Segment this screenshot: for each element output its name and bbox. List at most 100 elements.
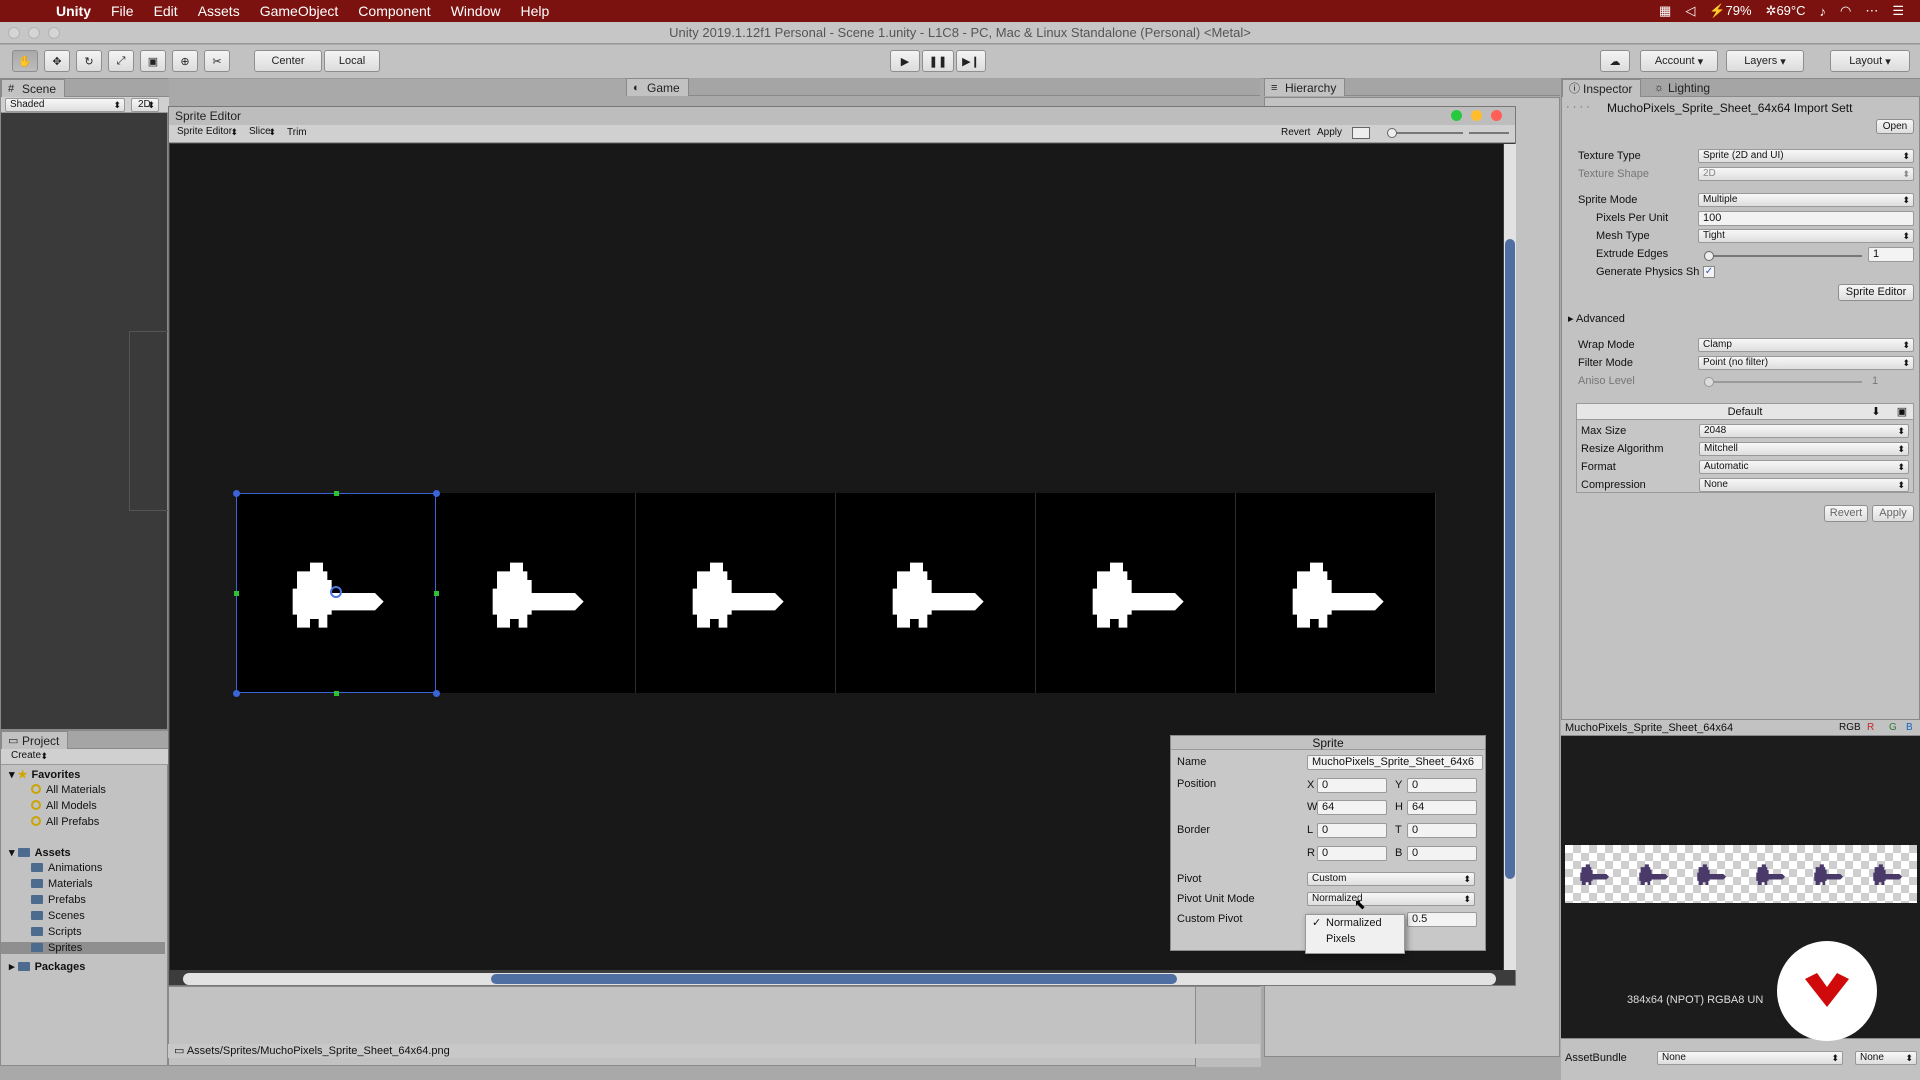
- rect-edge-handle[interactable]: [434, 591, 439, 596]
- rect-corner-handle[interactable]: [233, 690, 240, 697]
- generate-physics-checkbox[interactable]: ✓: [1703, 266, 1715, 278]
- folder-sprites[interactable]: Sprites: [1, 942, 165, 954]
- assetbundle-dropdown[interactable]: None: [1657, 1051, 1843, 1065]
- battery-icon[interactable]: ⚡79%: [1709, 3, 1751, 19]
- sprite-frame[interactable]: [836, 493, 1036, 693]
- tab-project[interactable]: ▭ Project: [1, 731, 69, 749]
- account-dropdown[interactable]: Account ▾: [1640, 50, 1718, 72]
- hand-tool-button[interactable]: ✋: [12, 50, 38, 72]
- temperature-icon[interactable]: ✲69°C: [1766, 3, 1806, 19]
- default-platform-tab[interactable]: Default: [1577, 404, 1913, 420]
- sprite-frame[interactable]: [636, 493, 836, 693]
- width-field[interactable]: 64: [1317, 800, 1387, 815]
- scale-tool-button[interactable]: ⤢: [108, 50, 134, 72]
- menu-file[interactable]: File: [101, 3, 144, 19]
- pivot-unit-mode-dropdown[interactable]: Normalized: [1307, 892, 1475, 906]
- close-window-button[interactable]: [8, 27, 20, 39]
- slider-handle[interactable]: [1704, 251, 1714, 261]
- folder-scripts[interactable]: Scripts: [31, 926, 82, 938]
- folder-animations[interactable]: Animations: [31, 862, 102, 874]
- collab-cloud-button[interactable]: ☁: [1600, 50, 1630, 72]
- layers-dropdown[interactable]: Layers ▾: [1726, 50, 1804, 72]
- menu-assets[interactable]: Assets: [188, 3, 250, 19]
- rect-edge-handle[interactable]: [334, 691, 339, 696]
- menu-component[interactable]: Component: [348, 3, 440, 19]
- rect-edge-handle[interactable]: [234, 591, 239, 596]
- sprite-mode-dropdown[interactable]: Multiple: [1698, 193, 1914, 207]
- tab-hierarchy[interactable]: ≡ Hierarchy: [1264, 78, 1346, 96]
- format-dropdown[interactable]: Automatic: [1699, 460, 1909, 474]
- more-icon[interactable]: ⋯: [1865, 3, 1878, 19]
- html5-icon[interactable]: ▣: [1893, 405, 1911, 419]
- folder-scenes[interactable]: Scenes: [31, 910, 85, 922]
- minimize-window-button[interactable]: [28, 27, 40, 39]
- alpha-toggle-icon[interactable]: [1352, 127, 1370, 139]
- open-button[interactable]: Open: [1876, 119, 1914, 134]
- assets-node[interactable]: ▾ Assets: [9, 846, 71, 859]
- zoom-window-button[interactable]: [48, 27, 60, 39]
- max-size-dropdown[interactable]: 2048: [1699, 424, 1909, 438]
- tab-game[interactable]: ◐ Game: [626, 78, 689, 96]
- mip-slider[interactable]: [1469, 132, 1509, 134]
- sprite-editor-button[interactable]: Sprite Editor: [1838, 284, 1914, 301]
- transform-tool-button[interactable]: ⊕: [172, 50, 198, 72]
- border-t-field[interactable]: 0: [1407, 823, 1477, 838]
- slice-dropdown[interactable]: Slice: [245, 126, 279, 140]
- filter-mode-dropdown[interactable]: Point (no filter): [1698, 356, 1914, 370]
- channel-r-toggle[interactable]: R: [1867, 720, 1874, 736]
- project-create-dropdown[interactable]: Create: [7, 750, 51, 764]
- maximize-icon[interactable]: [1451, 110, 1462, 121]
- compression-dropdown[interactable]: None: [1699, 478, 1909, 492]
- favorites-node[interactable]: ▾ ★ Favorites: [9, 768, 80, 781]
- shading-dropdown[interactable]: Shaded: [5, 98, 125, 112]
- inspector-apply-button[interactable]: Apply: [1872, 505, 1914, 522]
- channel-g-toggle[interactable]: G: [1889, 720, 1897, 736]
- sprite-editor-apply-button[interactable]: Apply: [1317, 127, 1342, 138]
- menu-help[interactable]: Help: [510, 3, 559, 19]
- name-field[interactable]: MuchoPixels_Sprite_Sheet_64x6: [1307, 755, 1483, 770]
- menu-option-pixels[interactable]: Pixels: [1306, 931, 1404, 947]
- packages-node[interactable]: ▸ Packages: [9, 960, 85, 973]
- pause-button[interactable]: ❚❚: [922, 50, 954, 72]
- play-button[interactable]: ▶: [890, 50, 920, 72]
- menu-app[interactable]: Unity: [46, 3, 101, 19]
- folder-prefabs[interactable]: Prefabs: [31, 894, 86, 906]
- custom-tool-button[interactable]: ✂: [204, 50, 230, 72]
- tab-scene[interactable]: # Scene: [1, 79, 66, 97]
- sprite-frame[interactable]: [436, 493, 636, 693]
- border-r-field[interactable]: 0: [1317, 846, 1387, 861]
- fav-all-prefabs[interactable]: All Prefabs: [31, 816, 99, 828]
- download-icon[interactable]: ⬇: [1867, 405, 1885, 419]
- rect-corner-handle[interactable]: [433, 690, 440, 697]
- layout-dropdown[interactable]: Layout ▾: [1830, 50, 1910, 72]
- volume-icon[interactable]: ♪: [1820, 4, 1827, 19]
- step-button[interactable]: ▶❙: [956, 50, 986, 72]
- texture-type-dropdown[interactable]: Sprite (2D and UI): [1698, 149, 1914, 163]
- wifi-icon[interactable]: ◠: [1840, 3, 1851, 19]
- rect-corner-handle[interactable]: [233, 490, 240, 497]
- channel-rgb-toggle[interactable]: RGB: [1839, 720, 1861, 736]
- fav-all-models[interactable]: All Models: [31, 800, 97, 812]
- resize-algorithm-dropdown[interactable]: Mitchell: [1699, 442, 1909, 456]
- extrude-edges-slider[interactable]: [1704, 251, 1862, 261]
- position-x-field[interactable]: 0: [1317, 778, 1387, 793]
- horizontal-scrollbar[interactable]: [183, 973, 1496, 985]
- position-y-field[interactable]: 0: [1407, 778, 1477, 793]
- pivot-local-toggle[interactable]: Local: [324, 50, 380, 72]
- mesh-type-dropdown[interactable]: Tight: [1698, 229, 1914, 243]
- folder-materials[interactable]: Materials: [31, 878, 93, 890]
- airplay-icon[interactable]: ◁: [1685, 3, 1695, 19]
- pivot-dropdown[interactable]: Custom: [1307, 872, 1475, 886]
- menu-option-normalized[interactable]: ✓ Normalized: [1306, 915, 1404, 931]
- trim-button[interactable]: Trim: [287, 127, 307, 138]
- menu-window[interactable]: Window: [441, 3, 511, 19]
- sprite-frame[interactable]: [1236, 493, 1436, 693]
- pixels-per-unit-field[interactable]: 100: [1698, 211, 1914, 226]
- tab-lighting[interactable]: ☼ Lighting: [1648, 79, 1718, 97]
- 2d-toggle[interactable]: 2D: [131, 98, 159, 112]
- rect-tool-button[interactable]: ▣: [140, 50, 166, 72]
- rotate-tool-button[interactable]: ↻: [76, 50, 102, 72]
- editor-mode-dropdown[interactable]: Sprite Editor: [173, 126, 241, 140]
- vertical-scroll-thumb[interactable]: [1505, 239, 1515, 879]
- menu-gameobject[interactable]: GameObject: [250, 3, 349, 19]
